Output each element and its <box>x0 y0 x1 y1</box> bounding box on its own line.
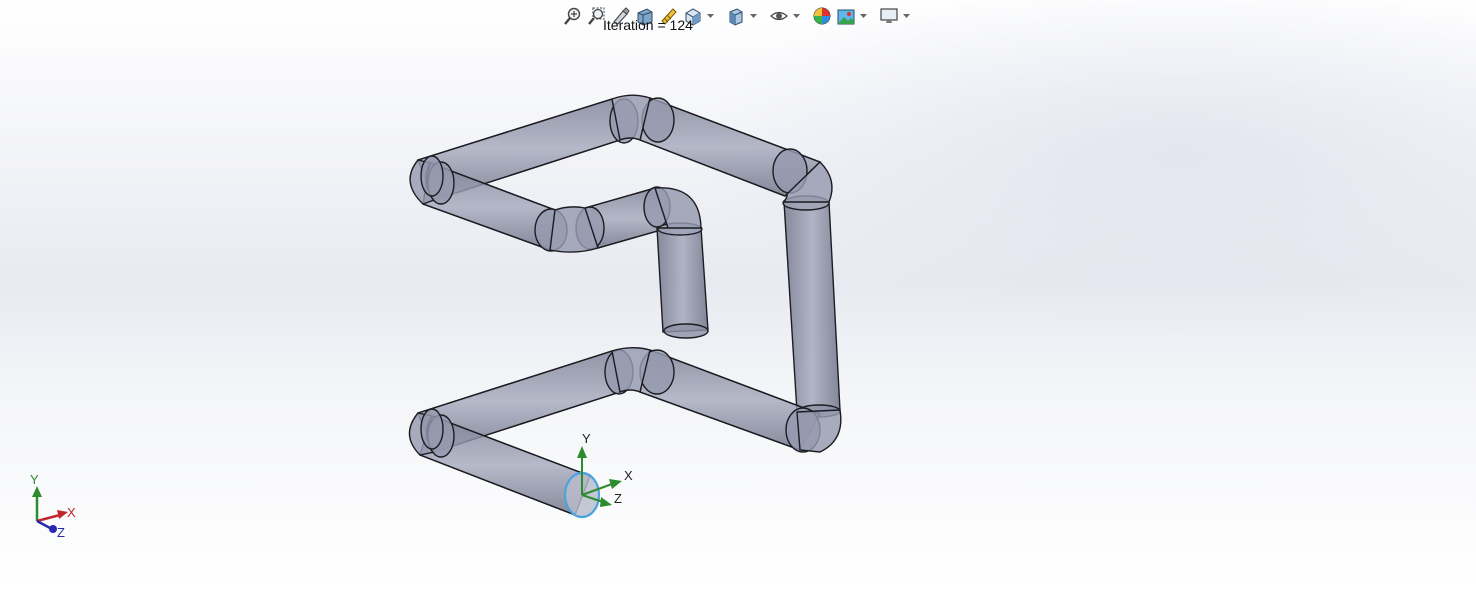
reference-triad-x-label: X <box>67 505 76 520</box>
reference-triad-z-label: Z <box>57 525 65 540</box>
hide-show-items-button[interactable] <box>768 5 790 27</box>
graphics-area[interactable]: Y X Z Y X Z <box>0 0 1476 589</box>
caret-down-icon <box>860 13 867 18</box>
origin-triad-z-label: Z <box>614 491 622 506</box>
reference-triad-y-label: Y <box>30 472 39 487</box>
origin-triad: Y X Z <box>577 431 633 507</box>
scene-icon <box>837 9 855 25</box>
view-settings-button[interactable] <box>878 5 900 27</box>
right-vertical-leg[interactable] <box>782 195 841 418</box>
view-settings-dropdown[interactable] <box>902 5 911 27</box>
iteration-counter: Iteration = 124 <box>603 17 693 33</box>
edit-appearance-button[interactable] <box>811 5 833 27</box>
caret-down-icon <box>793 13 800 18</box>
reference-triad[interactable]: Y X Z <box>30 472 76 540</box>
hide-show-eye-icon <box>770 11 788 21</box>
display-style-dropdown[interactable] <box>749 5 758 27</box>
appearance-icon <box>813 7 831 25</box>
zoom-to-fit-button[interactable] <box>562 5 584 27</box>
apply-scene-dropdown[interactable] <box>859 5 868 27</box>
caret-down-icon <box>750 13 757 18</box>
zoom-fit-icon <box>564 7 581 25</box>
origin-triad-x-label: X <box>624 468 633 483</box>
display-style-button[interactable] <box>725 5 747 27</box>
origin-triad-y-label: Y <box>582 431 591 446</box>
apply-scene-button[interactable] <box>835 5 857 27</box>
caret-down-icon <box>707 13 714 18</box>
hide-show-items-dropdown[interactable] <box>792 5 801 27</box>
monitor-icon <box>880 8 898 23</box>
inner-vertical-leg[interactable] <box>656 222 709 339</box>
view-orientation-dropdown[interactable] <box>706 5 715 27</box>
caret-down-icon <box>903 13 910 18</box>
display-style-icon <box>729 8 743 26</box>
pipe-model[interactable] <box>408 94 842 519</box>
